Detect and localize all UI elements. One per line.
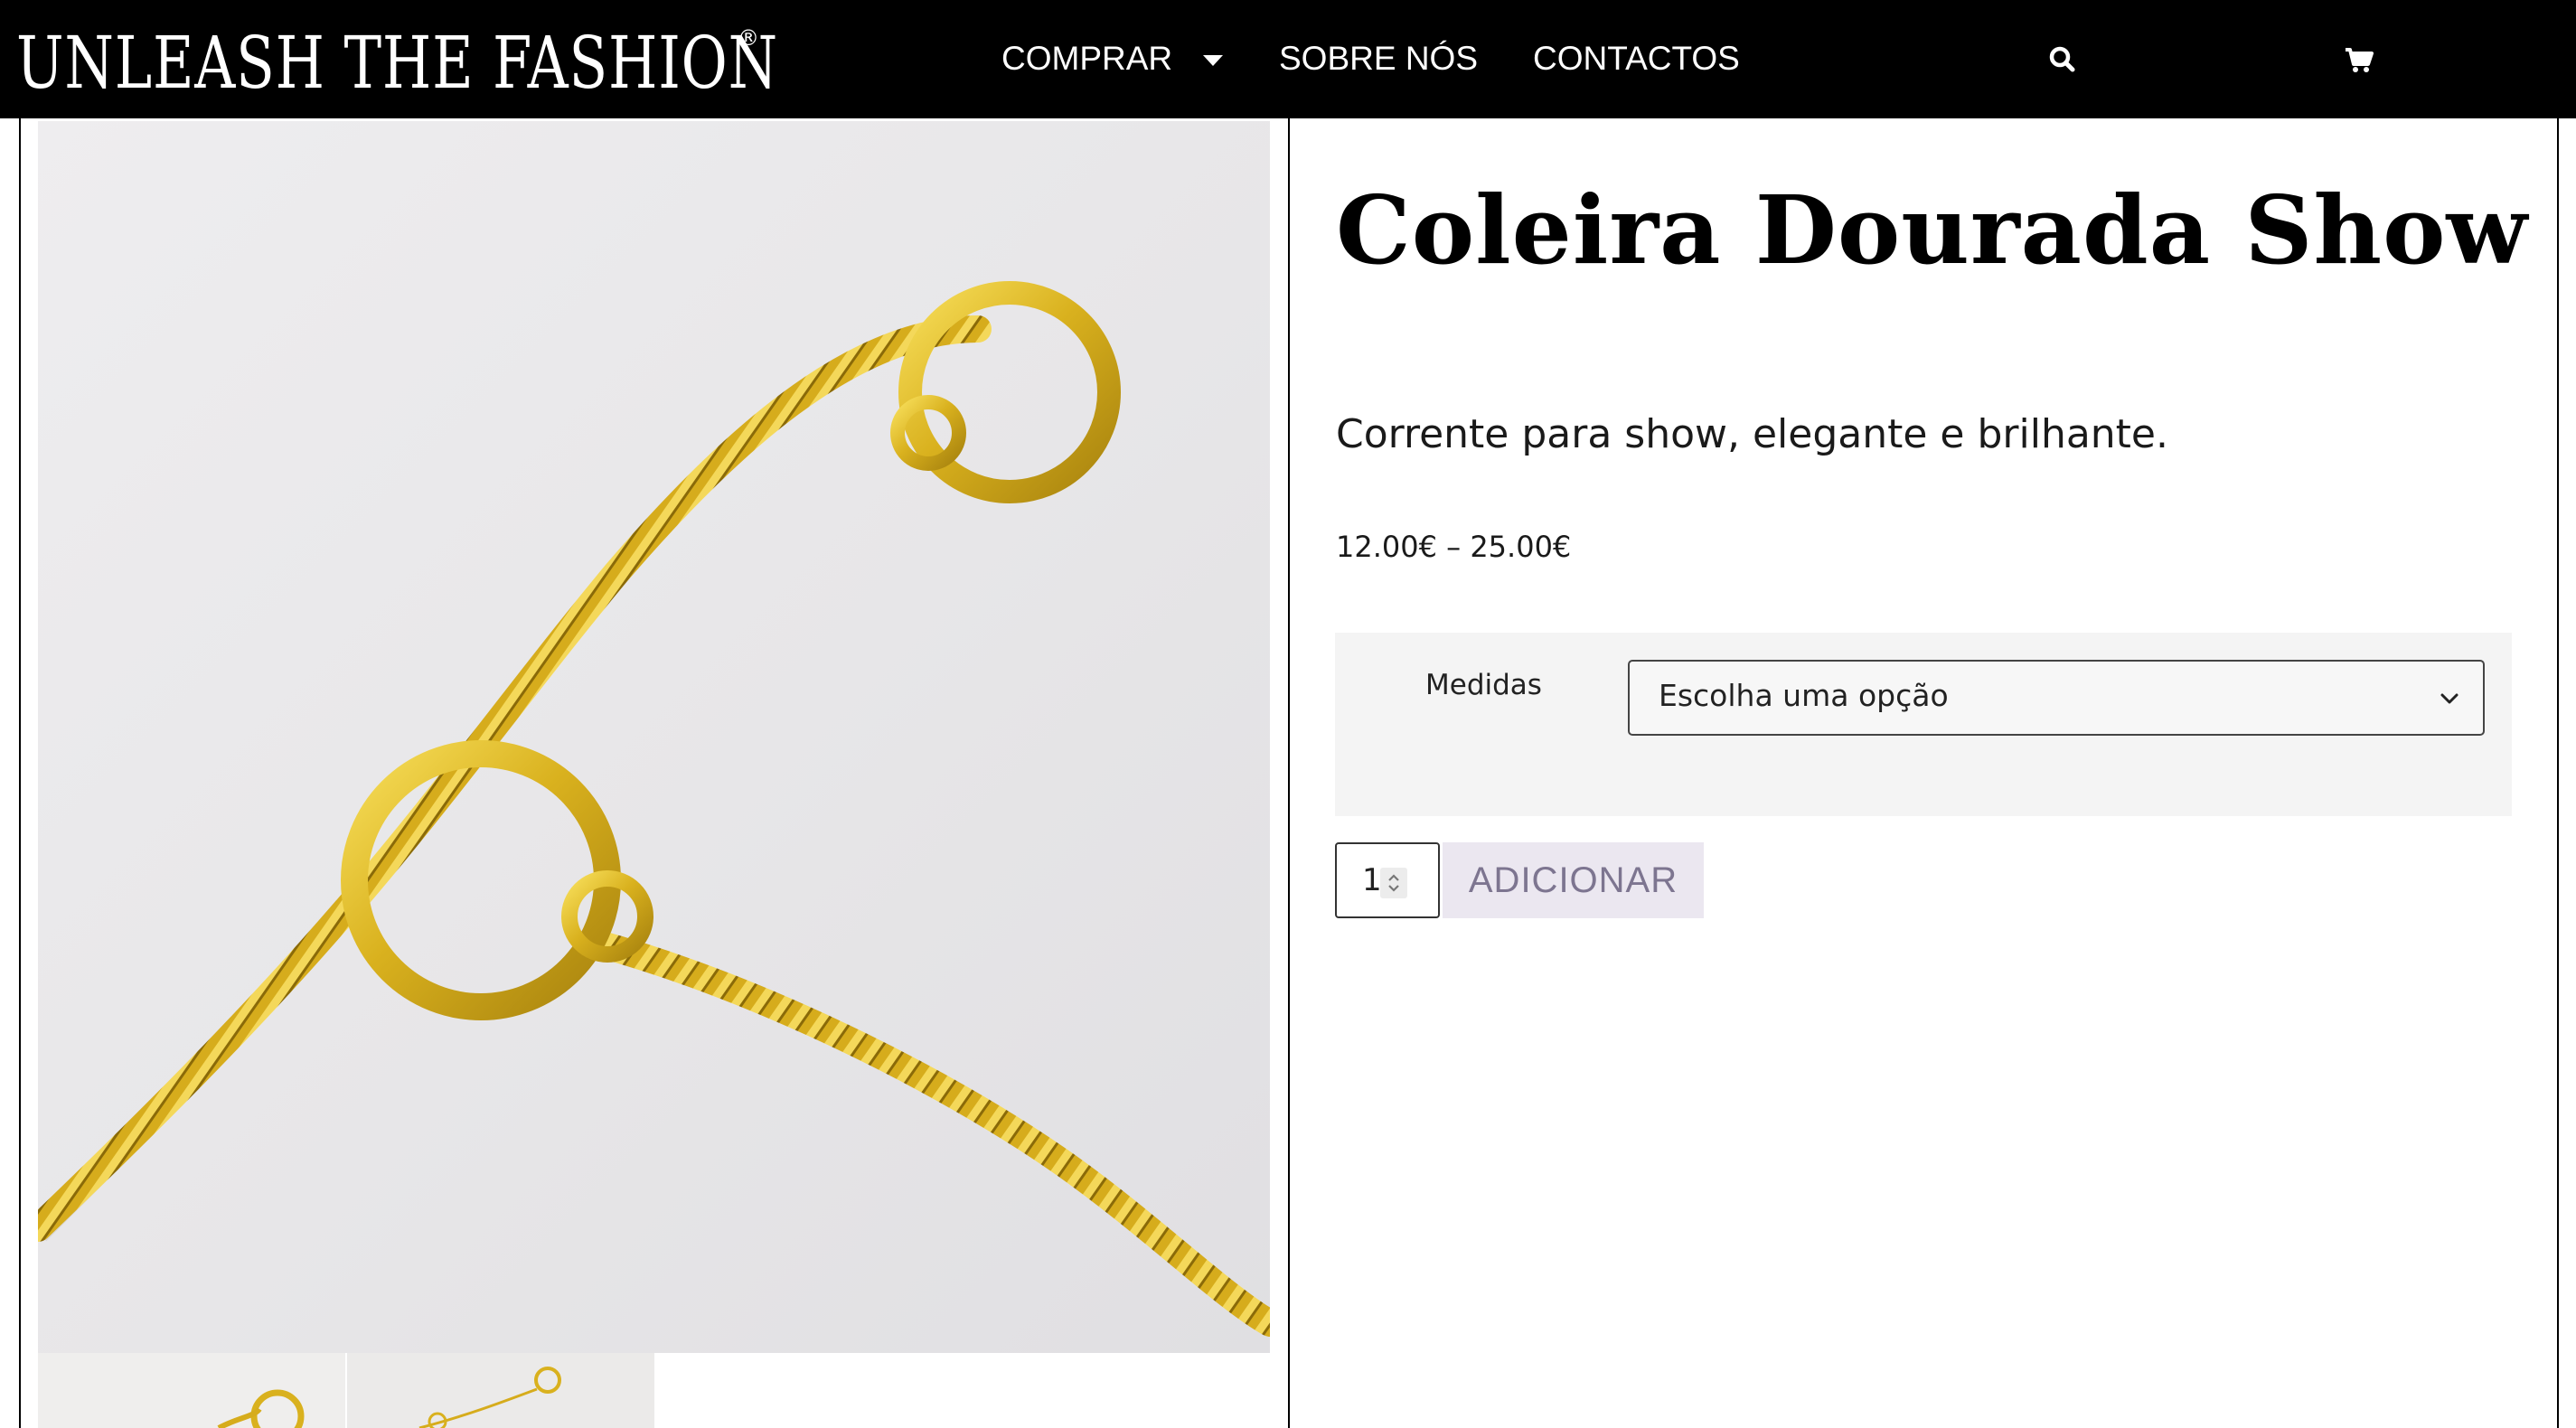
nav-item-label: COMPRAR	[1001, 40, 1173, 77]
nav-item-comprar[interactable]: COMPRAR	[1001, 36, 1224, 81]
caret-down-icon	[1203, 55, 1224, 67]
product-price-range: 12.00€ – 25.00€	[1336, 530, 1572, 564]
registered-mark: ®	[738, 25, 759, 51]
spinner-arrows-icon[interactable]	[1380, 868, 1407, 898]
site-logo[interactable]: UNLEASH THE FASHION	[16, 20, 778, 107]
quantity-stepper[interactable]: 1	[1335, 842, 1440, 918]
cart-icon[interactable]	[2341, 42, 2377, 78]
site-header: UNLEASH THE FASHION ® COMPRAR SOBRE NÓS …	[0, 0, 2576, 118]
product-short-description: Corrente para show, elegante e brilhante…	[1336, 411, 2168, 457]
variations-panel: Medidas Escolha uma opção	[1335, 633, 2512, 816]
variation-label: Medidas	[1425, 669, 1542, 701]
chevron-down-icon	[2440, 693, 2458, 704]
gallery-thumbnail[interactable]	[38, 1353, 345, 1428]
nav-item-label: CONTACTOS	[1533, 40, 1740, 77]
product-main-image[interactable]	[38, 121, 1270, 1353]
nav-item-sobre-nos[interactable]: SOBRE NÓS	[1279, 36, 1478, 81]
product-title: Coleira Dourada Show	[1336, 174, 2528, 286]
thumbnail-image	[217, 1389, 305, 1428]
gallery-thumbnail[interactable]	[347, 1353, 654, 1428]
gold-chain-photo	[38, 281, 1270, 1337]
search-icon[interactable]	[2045, 42, 2081, 78]
quantity-value: 1	[1362, 862, 1382, 898]
add-to-cart-label: ADICIONAR	[1468, 860, 1678, 900]
medidas-select[interactable]: Escolha uma opção	[1628, 660, 2485, 736]
add-to-cart-button[interactable]: ADICIONAR	[1443, 842, 1704, 918]
nav-item-contactos[interactable]: CONTACTOS	[1533, 36, 1740, 81]
nav-item-label: SOBRE NÓS	[1279, 40, 1478, 77]
thumbnail-image	[418, 1367, 561, 1428]
select-value: Escolha uma opção	[1659, 678, 1949, 713]
